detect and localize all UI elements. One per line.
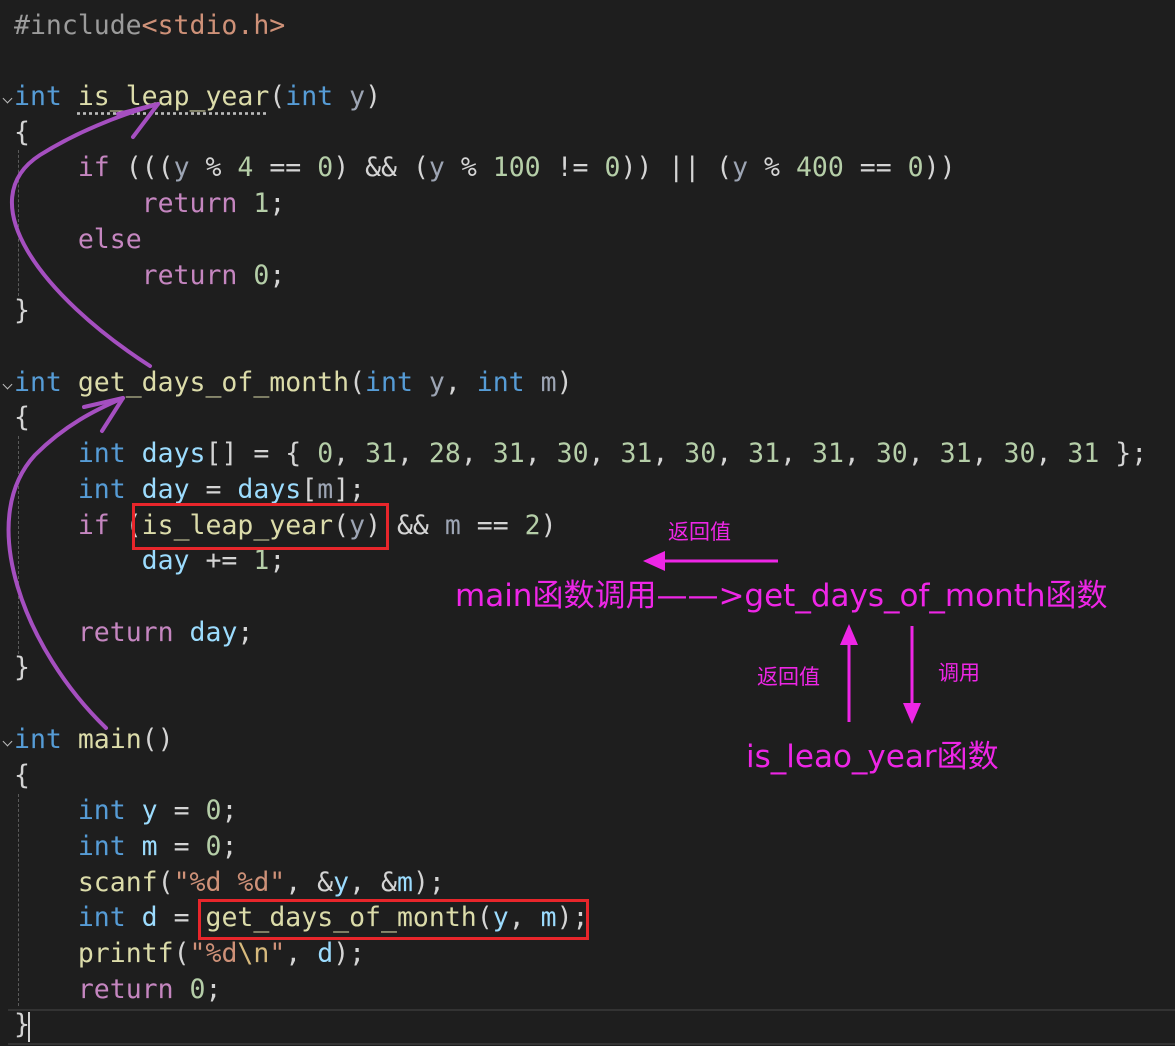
annotation-arrows [6, 102, 921, 730]
arrowhead-icon [116, 102, 160, 139]
is-leap-function-label: is_leao_year函数 [746, 739, 999, 775]
arrowhead-icon [643, 551, 665, 571]
call-label: 调用 [938, 661, 980, 685]
arrowhead-icon [903, 703, 921, 724]
arrowhead-icon [840, 624, 858, 645]
return-value-label: 返回值 [668, 520, 731, 544]
curved-arrow-icon [6, 396, 125, 730]
call-flow-label: main函数调用——>get_days_of_month函数 [455, 578, 1108, 614]
return-value-label: 返回值 [757, 665, 820, 689]
curved-arrow-icon [10, 102, 160, 368]
